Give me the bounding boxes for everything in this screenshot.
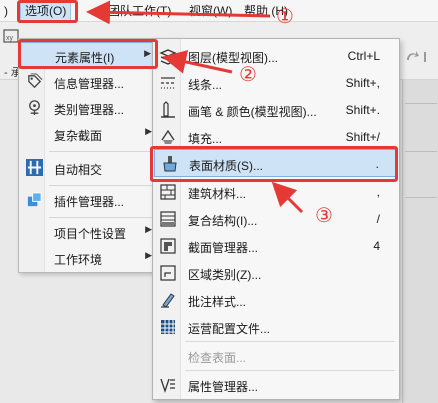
fill-icon: [161, 129, 175, 144]
submenu-item-label: 建筑材料...: [188, 187, 247, 201]
submenu-item-profile-manager[interactable]: 截面管理器... 4: [154, 232, 398, 259]
pen-icon: [161, 101, 175, 118]
submenu-item-line-types[interactable]: 线条... Shift+,: [154, 69, 398, 96]
menu-item-label: 工作环境: [54, 253, 103, 267]
submenu-item-label: 截面管理器...: [188, 241, 259, 255]
shortcut-label: .: [375, 157, 379, 171]
category-icon: [29, 100, 40, 116]
markup-icon: [161, 293, 175, 308]
profile-icon: [160, 238, 176, 254]
menu-item-label: 类别管理器...: [54, 103, 125, 117]
submenu-item-label: 图层(模型视图)...: [188, 51, 278, 65]
toolbar-icon[interactable]: xy: [3, 28, 19, 44]
menu-item-element-attributes[interactable]: 元素属性(I) ▶: [20, 42, 156, 68]
submenu-item-label: 画笔 & 颜色(模型视图)...: [188, 105, 317, 119]
menu-item-label: 元素属性(I): [55, 51, 115, 65]
plugin-icon: [27, 192, 42, 207]
menu-item-work-environment[interactable]: 工作环境 ▶: [20, 245, 156, 271]
building-material-icon: [160, 184, 176, 200]
submenu-item-operation-profiles[interactable]: 运营配置文件...: [154, 313, 398, 340]
menu-item-info-manager[interactable]: 信息管理器...: [20, 69, 156, 95]
attribute-manager-icon: [160, 378, 175, 394]
submenu-item-pens-colors[interactable]: 画笔 & 颜色(模型视图)... Shift+.: [154, 96, 398, 123]
menu-options[interactable]: 选项(O): [20, 2, 72, 21]
submenu-item-composites[interactable]: 复合结构(I)... /: [154, 205, 398, 232]
shortcut-label: ,: [376, 185, 380, 199]
submenu-item-zone-categories[interactable]: 区域类别(Z)...: [154, 259, 398, 286]
undo-icon[interactable]: [421, 48, 437, 64]
surface-brush-icon: [163, 156, 177, 172]
shortcut-label: Shift+.: [345, 103, 380, 117]
right-panel: [402, 80, 438, 403]
menu-item-plugin-manager[interactable]: 插件管理器...: [20, 187, 156, 213]
submenu-arrow-icon: ▶: [145, 126, 152, 136]
submenu-item-label: 批注样式...: [188, 295, 247, 309]
composite-icon: [160, 211, 176, 227]
submenu-arrow-icon: ▶: [145, 224, 152, 234]
shortcut-label: Shift+,: [345, 76, 380, 90]
submenu-item-label: 属性管理器...: [188, 380, 259, 394]
shortcut-label: Shift+/: [345, 130, 380, 144]
element-attributes-submenu: 图层(模型视图)... Ctrl+L 线条... Shift+, 画笔 & 颜色…: [152, 38, 400, 400]
menu-item-label: 插件管理器...: [54, 195, 125, 209]
redo-icon[interactable]: [404, 48, 420, 64]
shortcut-label: /: [376, 212, 380, 226]
svg-text:xy: xy: [6, 35, 14, 42]
submenu-item-layers[interactable]: 图层(模型视图)... Ctrl+L: [154, 42, 398, 69]
menu-item-label: 信息管理器...: [54, 77, 125, 91]
submenu-item-markup-styles[interactable]: 批注样式...: [154, 286, 398, 313]
submenu-item-attribute-manager[interactable]: 属性管理器...: [154, 371, 398, 398]
menu-teamwork[interactable]: 团队工作(T): [104, 3, 175, 20]
submenu-item-label: 复合结构(I)...: [188, 214, 258, 228]
submenu-item-surfaces[interactable]: 表面材质(S)... .: [154, 149, 398, 177]
menu-item-category-manager[interactable]: 类别管理器...: [20, 95, 156, 121]
menu-item-project-preferences[interactable]: 项目个性设置 ▶: [20, 219, 156, 245]
menu-previous[interactable]: ): [0, 3, 12, 20]
submenu-item-label: 检查表面...: [188, 351, 247, 365]
menu-help[interactable]: 帮助 (H): [240, 3, 292, 20]
tag-icon: [28, 73, 43, 89]
submenu-item-label: 表面材质(S)...: [189, 159, 263, 173]
submenu-item-label: 线条...: [188, 78, 223, 92]
submenu-item-label: 运营配置文件...: [188, 322, 271, 336]
menu-item-label: 自动相交: [54, 163, 103, 177]
submenu-item-fills[interactable]: 填充... Shift+/: [154, 123, 398, 150]
line-types-icon: [161, 77, 175, 89]
menu-item-auto-intersect[interactable]: 自动相交: [20, 155, 156, 181]
menu-item-complex-profile[interactable]: 复杂截面 ▶: [20, 121, 156, 147]
menu-item-label: 复杂截面: [54, 129, 103, 143]
menu-window[interactable]: 视窗(W): [185, 3, 236, 20]
options-menu: 元素属性(I) ▶ 信息管理器... 类别管理器... 复杂截面 ▶ 自动相交 …: [18, 38, 158, 273]
zone-icon: [160, 265, 176, 281]
layers-icon: [159, 49, 177, 65]
submenu-arrow-icon: ▶: [144, 48, 151, 58]
submenu-item-label: 区域类别(Z)...: [188, 268, 262, 282]
operation-profile-icon: [161, 320, 175, 334]
shortcut-label: Ctrl+L: [347, 49, 380, 63]
submenu-item-check-surfaces: 检查表面...: [154, 342, 398, 369]
submenu-arrow-icon: ▶: [145, 250, 152, 260]
submenu-item-building-materials[interactable]: 建筑材料... ,: [154, 178, 398, 205]
shortcut-label: 4: [373, 239, 380, 253]
submenu-item-label: 填充...: [188, 132, 223, 146]
intersect-icon: [26, 159, 43, 176]
menu-item-label: 项目个性设置: [54, 227, 127, 241]
menu-bar: ) 选项(O) 团队工作(T) 视窗(W) 帮助 (H): [0, 0, 438, 22]
